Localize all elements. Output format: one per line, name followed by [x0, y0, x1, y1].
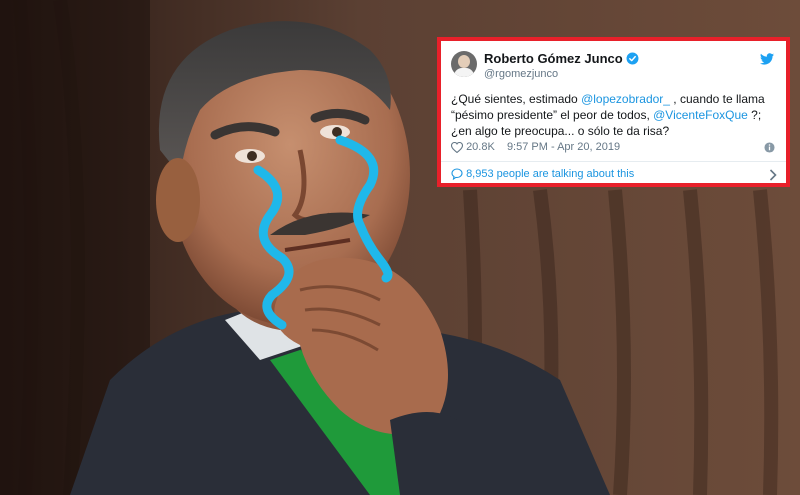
- twitter-bird-icon[interactable]: [760, 53, 774, 65]
- mention-lopezobrador[interactable]: @lopezobrador_: [581, 92, 670, 106]
- tweet-text-part1: ¿Qué sientes, estimado: [451, 92, 582, 106]
- conversation-link[interactable]: 8,953 people are talking about this: [451, 168, 783, 184]
- ear: [156, 158, 200, 242]
- author-name-text: Roberto Gómez Junco: [484, 51, 623, 66]
- chevron-right-icon[interactable]: [769, 169, 777, 181]
- author-handle[interactable]: @rgomezjunco: [484, 68, 558, 80]
- avatar[interactable]: [451, 51, 477, 77]
- tweet-embed: Roberto Gómez Junco @rgomezjunco ¿Qué si…: [437, 37, 790, 187]
- author-name[interactable]: Roberto Gómez Junco: [484, 51, 639, 66]
- verified-icon: [626, 52, 639, 65]
- like-count[interactable]: 20.8K: [466, 141, 495, 153]
- talking-count: 8,953 people are talking about this: [466, 168, 635, 181]
- tweet-text: ¿Qué sientes, estimado @lopezobrador_ , …: [451, 91, 783, 139]
- tweet-header: Roberto Gómez Junco @rgomezjunco: [451, 51, 771, 81]
- mention-vicentefoxque[interactable]: @VicenteFoxQue: [653, 108, 748, 122]
- tweet-timestamp[interactable]: 9:57 PM - Apr 20, 2019: [507, 141, 620, 153]
- comment-icon: [451, 168, 463, 181]
- info-icon[interactable]: [764, 142, 775, 153]
- heart-icon[interactable]: [450, 141, 464, 153]
- divider: [441, 161, 786, 162]
- tweet-meta: 20.8K 9:57 PM - Apr 20, 2019: [450, 141, 783, 157]
